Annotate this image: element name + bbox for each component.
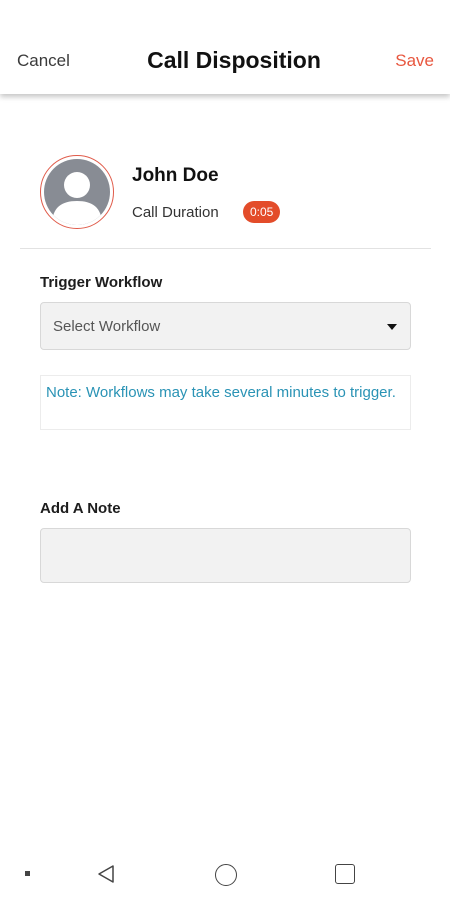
call-duration-badge: 0:05 [243, 201, 281, 223]
call-disposition-screen: Cancel Call Disposition Save John Doe Ca… [0, 0, 450, 900]
call-duration-label: Call Duration [132, 204, 219, 221]
header-bar: Cancel Call Disposition Save [0, 0, 450, 94]
circle-home-icon[interactable] [215, 864, 237, 886]
square-recents-icon[interactable] [335, 864, 355, 884]
workflow-select[interactable]: Select Workflow [40, 302, 411, 350]
page-title: Call Disposition [147, 47, 321, 73]
system-nav-bar [0, 850, 450, 900]
add-note-label: Add A Note [40, 500, 121, 517]
save-button[interactable]: Save [395, 51, 434, 71]
person-silhouette-icon [44, 159, 110, 225]
nav-dot-icon [25, 871, 30, 876]
caret-down-icon [387, 324, 397, 330]
avatar [40, 155, 114, 229]
divider [20, 248, 431, 249]
note-input[interactable] [40, 528, 411, 583]
workflow-note: Note: Workflows may take several minutes… [40, 375, 411, 430]
contact-name: John Doe [132, 165, 219, 186]
triangle-back-icon[interactable] [95, 863, 117, 885]
workflow-select-placeholder: Select Workflow [53, 318, 161, 335]
trigger-workflow-label: Trigger Workflow [40, 274, 163, 291]
